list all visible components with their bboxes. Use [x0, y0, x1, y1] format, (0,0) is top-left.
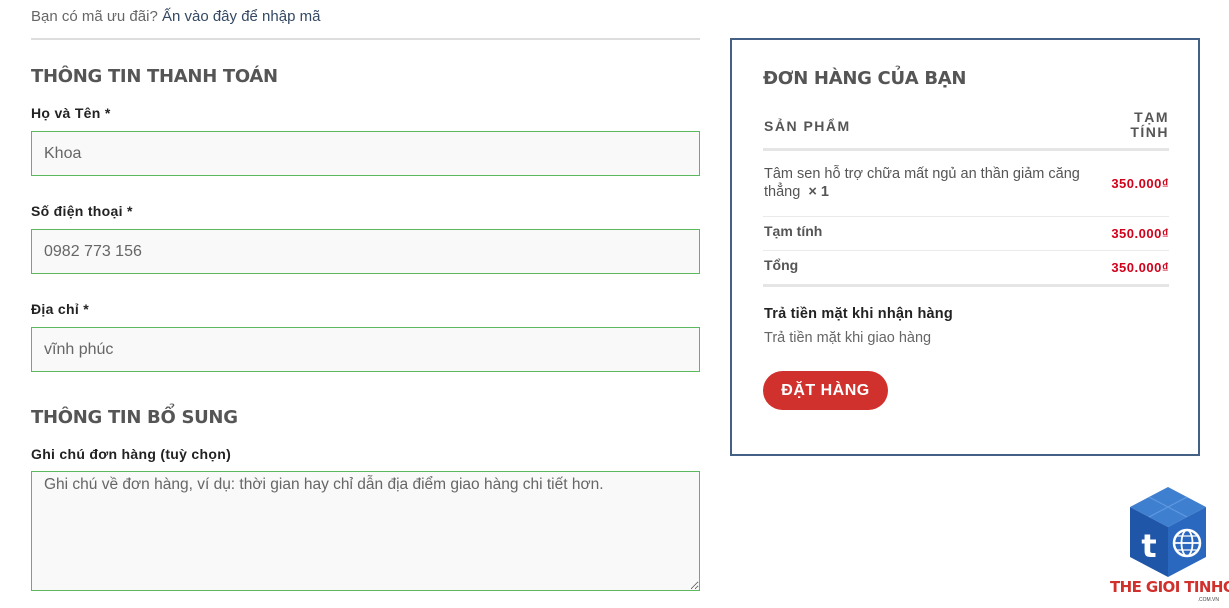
order-table-header: SẢN PHẨM TẠM TÍNH — [763, 110, 1169, 151]
order-item-price: 350.000₫ — [1111, 176, 1169, 191]
name-label: Họ và Tên * — [31, 105, 111, 121]
total-value: 350.000₫ — [1111, 260, 1169, 275]
order-summary-box: ĐƠN HÀNG CỦA BẠN SẢN PHẨM TẠM TÍNH Tâm s… — [730, 38, 1200, 456]
payment-method-title: Trả tiền mặt khi nhận hàng — [764, 306, 953, 322]
order-item-qty: × 1 — [808, 184, 829, 200]
additional-title: THÔNG TIN BỔ SUNG — [31, 407, 238, 428]
col-product-header: SẢN PHẨM — [764, 118, 851, 134]
order-notes-textarea[interactable] — [31, 471, 700, 591]
brand-name: THE GIOI TINHOC — [1110, 578, 1229, 596]
total-label: Tổng — [764, 257, 799, 273]
order-title: ĐƠN HÀNG CỦA BẠN — [763, 68, 967, 89]
address-label: Địa chỉ * — [31, 301, 89, 317]
name-input[interactable] — [31, 131, 700, 176]
phone-label: Số điện thoại * — [31, 203, 133, 219]
order-item-name: Tâm sen hỗ trợ chữa mất ngủ an thần giảm… — [764, 165, 1084, 201]
name-label-text: Họ và Tên — [31, 105, 101, 121]
notes-label: Ghi chú đơn hàng (tuỳ chọn) — [31, 446, 232, 462]
coupon-notice: Bạn có mã ưu đãi? Ấn vào đây để nhập mã — [31, 0, 700, 40]
phone-label-text: Số điện thoại — [31, 203, 123, 219]
address-label-text: Địa chỉ — [31, 301, 80, 317]
required-mark: * — [104, 105, 111, 121]
col-subtotal-header: TẠM TÍNH — [1130, 109, 1169, 140]
svg-text:t: t — [1141, 527, 1156, 565]
payment-method-description: Trả tiền mặt khi giao hàng — [764, 330, 932, 346]
total-row: Tổng 350.000₫ — [763, 251, 1169, 287]
subtotal-value: 350.000₫ — [1111, 226, 1169, 241]
place-order-button[interactable]: ĐẶT HÀNG — [763, 371, 888, 410]
order-item-row: Tâm sen hỗ trợ chữa mất ngủ an thần giảm… — [763, 152, 1169, 217]
billing-title: THÔNG TIN THANH TOÁN — [31, 66, 278, 87]
address-input[interactable] — [31, 327, 700, 372]
required-mark: * — [83, 301, 89, 317]
subtotal-label: Tạm tính — [764, 223, 823, 239]
brand-watermark: t THE GIOI TINHOC .COM.VN — [1110, 485, 1229, 605]
coupon-link[interactable]: Ấn vào đây để nhập mã — [162, 8, 320, 25]
required-mark: * — [127, 203, 133, 219]
coupon-prompt: Bạn có mã ưu đãi? — [31, 8, 158, 25]
brand-domain: .COM.VN — [1197, 597, 1219, 603]
phone-input[interactable] — [31, 229, 700, 274]
subtotal-row: Tạm tính 350.000₫ — [763, 217, 1169, 251]
cube-logo-icon: t — [1130, 487, 1206, 577]
